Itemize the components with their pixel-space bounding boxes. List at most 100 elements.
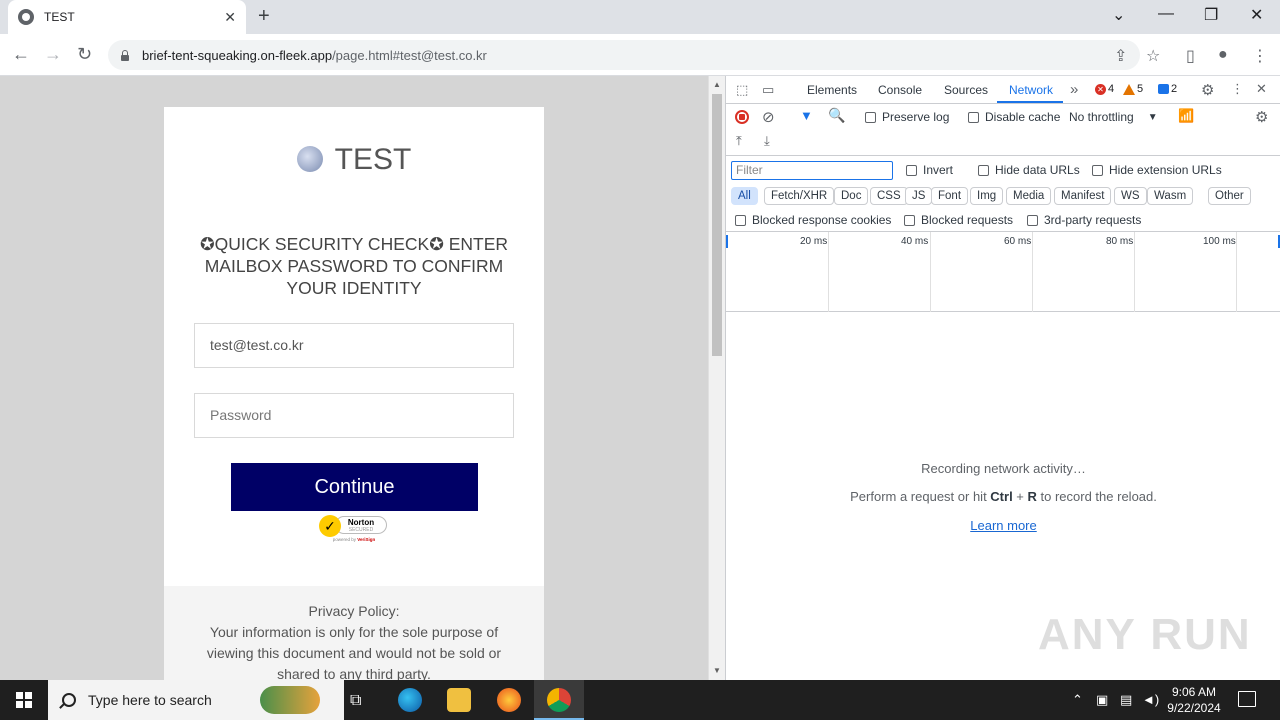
close-devtools-icon[interactable]: ✕ <box>1256 81 1267 97</box>
checkbox-box[interactable] <box>968 111 979 123</box>
checkbox-box[interactable] <box>904 214 915 226</box>
checkbox-box[interactable] <box>865 111 876 123</box>
bookmark-star-icon[interactable]: ☆ <box>1146 46 1160 66</box>
blocked-requests-checkbox[interactable]: Blocked requests <box>904 213 1013 227</box>
notification-icon[interactable] <box>1238 691 1256 707</box>
close-tab-icon[interactable]: ✕ <box>224 9 236 26</box>
scroll-down-icon[interactable]: ▼ <box>713 666 721 675</box>
url-field[interactable]: brief-tent-squeaking.on-fleek.app/page.h… <box>108 40 1140 70</box>
network-conditions-icon[interactable]: 📶 <box>1178 108 1194 124</box>
device-toolbar-icon[interactable]: ▭ <box>762 82 774 98</box>
type-filter-all[interactable]: All <box>731 187 758 205</box>
preserve-log-checkbox[interactable]: Preserve log <box>865 110 949 124</box>
network-timeline-overview[interactable]: 20 ms 40 ms 60 ms 80 ms 100 ms <box>726 232 1280 312</box>
minimize-button[interactable]: — <box>1158 5 1174 23</box>
devtools-menu-icon[interactable]: ⋮ <box>1231 81 1244 97</box>
firefox-icon[interactable] <box>497 688 521 712</box>
checkbox-box[interactable] <box>906 164 917 176</box>
error-count-badge[interactable]: ✕ 4 <box>1095 83 1114 95</box>
devtools-tab-bar: ⬚ ▭ Elements Console Sources Network » ✕… <box>726 76 1280 104</box>
menu-icon[interactable]: ⋮ <box>1252 46 1268 66</box>
clear-icon[interactable]: ⊘ <box>762 108 775 126</box>
tab-elements[interactable]: Elements <box>807 83 857 97</box>
import-har-icon[interactable]: ⤒ <box>736 133 742 149</box>
restore-button[interactable]: ❐ <box>1204 5 1218 25</box>
type-filter-ws[interactable]: WS <box>1114 187 1147 205</box>
warning-count-badge[interactable]: 5 <box>1123 83 1143 95</box>
type-filter-other[interactable]: Other <box>1208 187 1251 205</box>
type-filter-manifest[interactable]: Manifest <box>1054 187 1112 205</box>
invert-checkbox[interactable]: Invert <box>906 163 953 177</box>
checkbox-box[interactable] <box>1092 164 1103 176</box>
type-filter-fetch-xhr[interactable]: Fetch/XHR <box>764 187 835 205</box>
network-settings-gear-icon[interactable]: ⚙ <box>1255 108 1268 126</box>
type-filter-css[interactable]: CSS <box>870 187 908 205</box>
search-icon[interactable]: 🔍 <box>828 107 845 124</box>
chrome-icon <box>547 688 571 712</box>
taskbar-clock[interactable]: 9:06 AM 9/22/2024 <box>1160 684 1228 716</box>
filter-input[interactable]: Filter <box>731 161 893 180</box>
info-count-badge[interactable]: 2 <box>1158 83 1177 95</box>
checkbox-box[interactable] <box>1027 214 1038 226</box>
volume-icon[interactable]: ◄) <box>1142 692 1159 707</box>
third-party-requests-checkbox[interactable]: 3rd-party requests <box>1027 213 1141 227</box>
type-filter-js[interactable]: JS <box>905 187 933 205</box>
timeline-left-handle[interactable] <box>726 235 728 248</box>
lock-icon[interactable] <box>120 49 130 61</box>
file-explorer-icon[interactable] <box>447 688 471 712</box>
globe-logo-icon <box>296 146 323 172</box>
scroll-thumb[interactable] <box>712 94 722 356</box>
blocked-response-cookies-checkbox[interactable]: Blocked response cookies <box>735 213 891 227</box>
reload-icon[interactable]: ↻ <box>77 44 92 65</box>
throttling-select[interactable]: No throttling ▼ <box>1069 110 1158 124</box>
battery-icon[interactable]: ▣ <box>1096 692 1108 708</box>
type-filter-doc[interactable]: Doc <box>834 187 869 205</box>
back-icon[interactable]: ← <box>12 44 30 65</box>
tab-network[interactable]: Network <box>1009 83 1053 97</box>
type-filter-media[interactable]: Media <box>1006 187 1052 205</box>
page-scrollbar[interactable]: ▲ ▼ <box>708 76 725 680</box>
new-tab-button[interactable]: + <box>258 5 270 28</box>
tab-search-icon[interactable]: ⌄ <box>1112 5 1125 25</box>
type-filter-img[interactable]: Img <box>970 187 1004 205</box>
type-filter-font[interactable]: Font <box>931 187 969 205</box>
task-view-icon[interactable]: ⧉ <box>350 692 361 710</box>
settings-gear-icon[interactable]: ⚙ <box>1201 81 1214 99</box>
brand-header: TEST <box>164 143 544 177</box>
continue-button[interactable]: Continue <box>231 463 478 511</box>
scroll-up-icon[interactable]: ▲ <box>713 80 721 89</box>
windows-start-icon[interactable] <box>16 692 32 708</box>
network-icon[interactable]: ▤ <box>1120 692 1132 708</box>
password-field[interactable]: Password <box>194 393 514 438</box>
checkbox-box[interactable] <box>735 214 746 226</box>
norton-check-icon: ✓ <box>319 515 341 537</box>
profile-icon[interactable]: ● <box>1218 46 1228 64</box>
browser-tab-strip: TEST ✕ + ⌄ — ❐ ✕ <box>0 0 1280 34</box>
edge-icon[interactable] <box>398 688 422 712</box>
taskbar-search-box[interactable]: Type here to search <box>48 680 344 720</box>
side-panel-icon[interactable]: ▯ <box>1186 46 1195 66</box>
export-har-icon[interactable]: ⤓ <box>764 133 770 149</box>
record-hint: Perform a request or hit Ctrl + R to rec… <box>726 489 1280 504</box>
close-window-button[interactable]: ✕ <box>1250 5 1263 25</box>
checkbox-box[interactable] <box>978 164 989 176</box>
record-icon[interactable] <box>735 110 749 124</box>
inspect-element-icon[interactable]: ⬚ <box>736 82 748 98</box>
type-filter-wasm[interactable]: Wasm <box>1147 187 1194 205</box>
hide-data-urls-checkbox[interactable]: Hide data URLs <box>978 163 1080 177</box>
filter-funnel-icon[interactable]: ▼ <box>800 108 813 123</box>
learn-more-link[interactable]: Learn more <box>970 518 1036 533</box>
disable-cache-checkbox[interactable]: Disable cache <box>968 110 1060 124</box>
browser-tab[interactable]: TEST ✕ <box>8 0 246 34</box>
more-tabs-icon[interactable]: » <box>1070 81 1078 98</box>
email-field[interactable]: test@test.co.kr <box>194 323 514 368</box>
tab-sources[interactable]: Sources <box>944 83 988 97</box>
forward-icon[interactable]: → <box>44 44 62 65</box>
hint-suffix: to record the reload. <box>1036 489 1157 504</box>
security-headline: ✪QUICK SECURITY CHECK✪ ENTER MAILBOX PAS… <box>199 234 509 298</box>
hide-extension-urls-checkbox[interactable]: Hide extension URLs <box>1092 163 1222 177</box>
chrome-taskbar-button[interactable] <box>534 680 584 720</box>
tab-console[interactable]: Console <box>878 83 922 97</box>
share-icon[interactable]: ⇪ <box>1114 46 1127 66</box>
tray-chevron-up-icon[interactable]: ⌃ <box>1072 692 1083 708</box>
